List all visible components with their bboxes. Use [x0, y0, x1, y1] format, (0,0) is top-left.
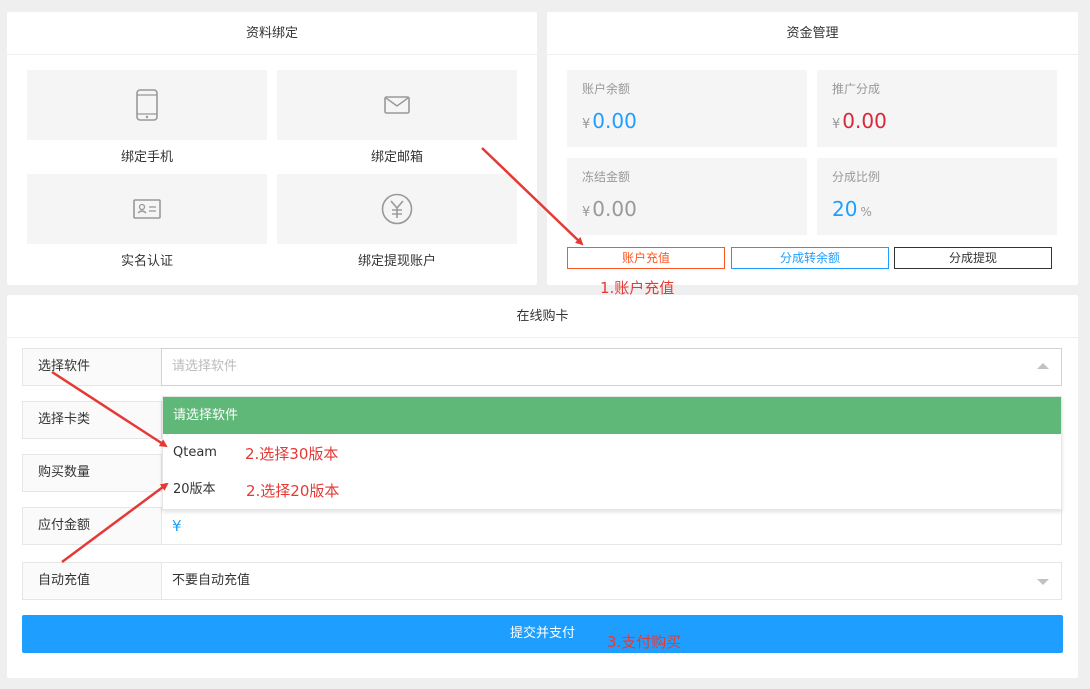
promo-amount: 0.00: [842, 109, 887, 133]
purchase-panel: 在线购卡 选择软件 请选择软件 选择卡类 购买数量 应付金额 ¥ 自动充值 不要…: [7, 295, 1078, 678]
ratio-value: 20%: [832, 197, 1042, 221]
ratio-amount: 20: [832, 197, 858, 221]
auto-recharge-label: 自动充值: [22, 562, 162, 600]
auto-recharge-row: 自动充值 不要自动充值: [22, 562, 1062, 600]
quantity-label: 购买数量: [22, 454, 162, 492]
recharge-button[interactable]: 账户充值: [567, 247, 725, 269]
amount-currency: ¥: [172, 517, 182, 535]
binding-panel-title: 资料绑定: [7, 12, 537, 55]
annotation-step2b: 2.选择20版本: [246, 482, 340, 500]
id-card-icon: [133, 199, 161, 219]
frozen-box: 冻结金额 ¥0.00: [567, 158, 807, 235]
card-type-label: 选择卡类: [22, 401, 162, 439]
ratio-unit: %: [860, 205, 872, 219]
binding-panel: 资料绑定 绑定手机 绑定邮箱 实名认证 绑定提现账户: [7, 12, 537, 285]
promo-box: 推广分成 ¥0.00: [817, 70, 1057, 147]
ratio-box: 分成比例 20%: [817, 158, 1057, 235]
annotation-step2a: 2.选择30版本: [245, 445, 339, 463]
phone-icon: [136, 89, 158, 121]
bind-email-tile[interactable]: 绑定邮箱: [277, 70, 517, 165]
promo-label: 推广分成: [832, 82, 881, 96]
mail-icon: [384, 96, 410, 114]
dropdown-option-placeholder[interactable]: 请选择软件: [163, 397, 1061, 434]
balance-amount: 0.00: [592, 109, 637, 133]
balance-label: 账户余额: [582, 82, 631, 96]
bind-phone-tile[interactable]: 绑定手机: [27, 70, 267, 165]
balance-currency: ¥: [582, 117, 591, 132]
annotation-step1: 1.账户充值: [600, 279, 675, 297]
yuan-icon: [381, 193, 413, 225]
bind-withdraw-account-tile[interactable]: 绑定提现账户: [277, 174, 517, 269]
amount-label: 应付金额: [22, 507, 162, 545]
real-name-tile[interactable]: 实名认证: [27, 174, 267, 269]
bind-withdraw-account-label: 绑定提现账户: [357, 254, 436, 269]
funds-panel-title: 资金管理: [547, 12, 1078, 55]
balance-box: 账户余额 ¥0.00: [567, 70, 807, 147]
amount-value: ¥: [161, 507, 1062, 545]
commission-to-balance-button[interactable]: 分成转余额: [731, 247, 889, 269]
auto-recharge-value: 不要自动充值: [172, 573, 251, 588]
software-label: 选择软件: [22, 348, 162, 386]
submit-pay-button[interactable]: 提交并支付: [22, 615, 1063, 653]
balance-value: ¥0.00: [582, 109, 792, 133]
commission-withdraw-button[interactable]: 分成提现: [894, 247, 1052, 269]
bind-email-label: 绑定邮箱: [370, 150, 423, 165]
software-row: 选择软件 请选择软件: [22, 348, 1062, 386]
frozen-label: 冻结金额: [582, 170, 631, 184]
frozen-value: ¥0.00: [582, 197, 792, 221]
bind-phone-label: 绑定手机: [120, 150, 173, 165]
real-name-label: 实名认证: [120, 254, 173, 269]
frozen-currency: ¥: [582, 205, 591, 220]
caret-down-icon: [1037, 579, 1049, 585]
funds-panel: 资金管理 账户余额 ¥0.00 推广分成 ¥0.00 冻结金额 ¥0.00 分成…: [547, 12, 1078, 285]
software-select[interactable]: 请选择软件: [161, 348, 1062, 386]
promo-value: ¥0.00: [832, 109, 1042, 133]
caret-up-icon: [1037, 363, 1049, 369]
auto-recharge-select[interactable]: 不要自动充值: [161, 562, 1062, 600]
ratio-label: 分成比例: [832, 170, 881, 184]
purchase-panel-title: 在线购卡: [7, 295, 1078, 338]
amount-row: 应付金额 ¥: [22, 507, 1062, 545]
promo-currency: ¥: [832, 117, 841, 132]
annotation-step3: 3.支付购买: [607, 633, 682, 651]
software-placeholder: 请选择软件: [172, 359, 238, 374]
frozen-amount: 0.00: [592, 197, 637, 221]
